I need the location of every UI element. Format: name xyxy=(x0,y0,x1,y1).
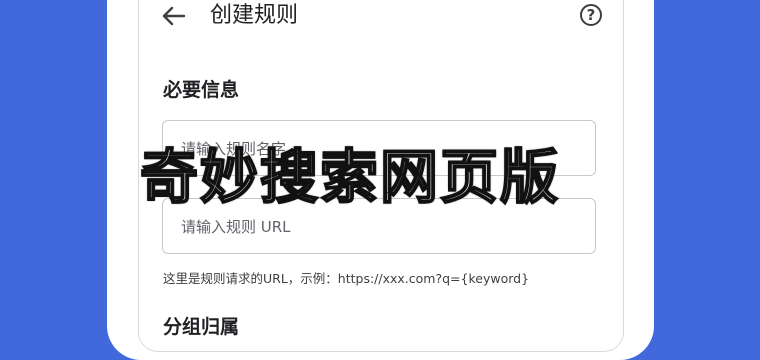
help-button[interactable]: ? xyxy=(580,4,602,26)
section-group: 分组归属 xyxy=(163,316,240,338)
section-required-info: 必要信息 xyxy=(163,79,240,101)
page-title: 创建规则 xyxy=(210,3,299,28)
back-button[interactable] xyxy=(160,5,186,27)
arrow-left-icon xyxy=(162,6,186,26)
rule-url-placeholder: 请输入规则 URL xyxy=(181,217,291,236)
url-hint: 这里是规则请求的URL，示例：https://xxx.com?q={keywor… xyxy=(163,271,530,286)
question-circle-icon: ? xyxy=(586,6,596,24)
watermark-text: 奇妙搜索网页版 xyxy=(139,142,561,212)
